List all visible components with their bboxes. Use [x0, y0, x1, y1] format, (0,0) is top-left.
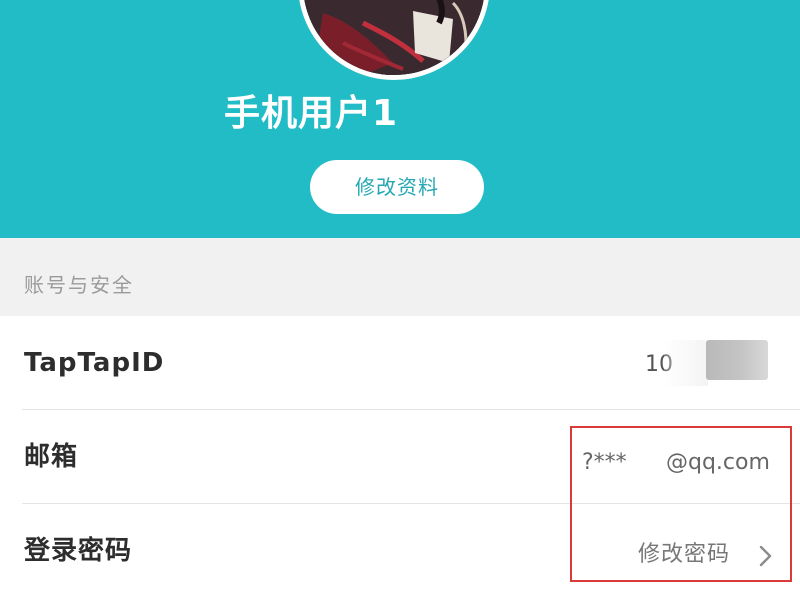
- row-label-email: 邮箱: [24, 442, 79, 472]
- username: 手机用户1: [224, 93, 399, 134]
- section-title-account-security: 账号与安全: [24, 273, 134, 297]
- row-label-taptap-id: TapTapID: [24, 348, 165, 378]
- chevron-right-icon[interactable]: [758, 544, 774, 568]
- taptap-id-blur: [664, 340, 708, 386]
- avatar[interactable]: [298, 0, 490, 80]
- change-password-link[interactable]: 修改密码: [638, 540, 730, 570]
- taptap-id-redaction: [706, 340, 768, 380]
- account-profile-screen: 手机用户1 修改资料 账号与安全 TapTapID 10 邮箱 ?*** @qq…: [0, 0, 800, 600]
- email-value-suffix: @qq.com: [666, 450, 770, 475]
- username-redaction: [398, 92, 440, 136]
- email-value-prefix: ?***: [582, 450, 627, 475]
- row-label-login-password: 登录密码: [24, 536, 133, 566]
- profile-header: 手机用户1 修改资料: [0, 0, 800, 238]
- avatar-image: [303, 0, 485, 75]
- edit-profile-button[interactable]: 修改资料: [310, 160, 484, 214]
